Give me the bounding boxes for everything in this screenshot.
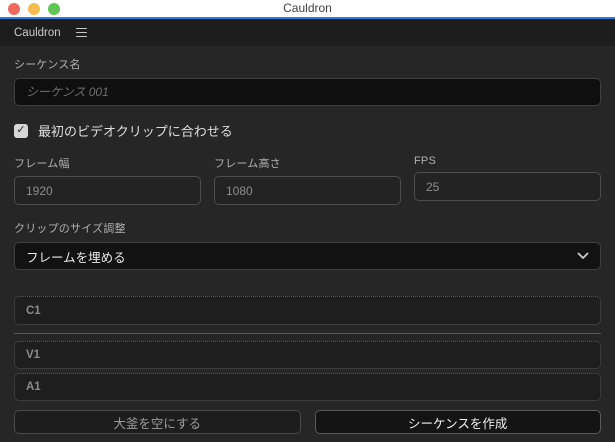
dimensions-grid: フレーム幅 フレーム高さ FPS — [14, 155, 601, 205]
frame-height-field: フレーム高さ — [214, 155, 401, 205]
chevron-down-icon — [577, 252, 589, 260]
track-dropzone-c1[interactable]: C1 — [14, 296, 601, 325]
clip-resize-label: クリップのサイズ調整 — [14, 223, 126, 235]
track-label: V1 — [26, 349, 41, 361]
frame-width-input[interactable] — [14, 176, 201, 205]
match-first-clip-checkbox-row[interactable]: ✓ 最初のビデオクリップに合わせる — [14, 121, 601, 140]
track-dropzone-a1[interactable]: A1 — [14, 373, 601, 401]
clip-resize-selected-value: フレームを埋める — [26, 250, 126, 265]
action-buttons: 大釜を空にする シーケンスを作成 — [14, 410, 601, 434]
fps-label: FPS — [414, 155, 436, 167]
fps-input[interactable] — [414, 172, 601, 201]
section-divider — [14, 333, 601, 334]
sequence-name-input[interactable] — [14, 78, 601, 106]
empty-cauldron-button[interactable]: 大釜を空にする — [14, 410, 301, 434]
app-window: Cauldron Cauldron シーケンス名 ✓ 最初のビデオクリップに合わ… — [0, 0, 615, 442]
menubar-app-label: Cauldron — [14, 26, 61, 39]
frame-width-field: フレーム幅 — [14, 155, 201, 205]
clip-resize-select[interactable]: フレームを埋める — [14, 242, 601, 270]
sequence-name-label: シーケンス名 — [14, 59, 81, 71]
track-label: A1 — [26, 381, 41, 393]
frame-height-input[interactable] — [214, 176, 401, 205]
create-sequence-button[interactable]: シーケンスを作成 — [314, 410, 601, 434]
menubar: Cauldron — [0, 19, 615, 46]
checkbox-checked-icon[interactable]: ✓ — [14, 123, 28, 138]
track-dropzone-v1[interactable]: V1 — [14, 341, 601, 369]
frame-width-label: フレーム幅 — [14, 158, 70, 170]
window-title: Cauldron — [283, 1, 332, 15]
titlebar: Cauldron — [0, 0, 615, 17]
fps-field: FPS — [414, 155, 601, 205]
frame-height-label: フレーム高さ — [214, 158, 281, 170]
match-first-clip-label: 最初のビデオクリップに合わせる — [38, 124, 233, 139]
hamburger-menu-icon[interactable] — [75, 25, 88, 41]
track-label: C1 — [26, 304, 41, 317]
main-content: シーケンス名 ✓ 最初のビデオクリップに合わせる フレーム幅 フレーム高さ FP… — [0, 56, 615, 434]
